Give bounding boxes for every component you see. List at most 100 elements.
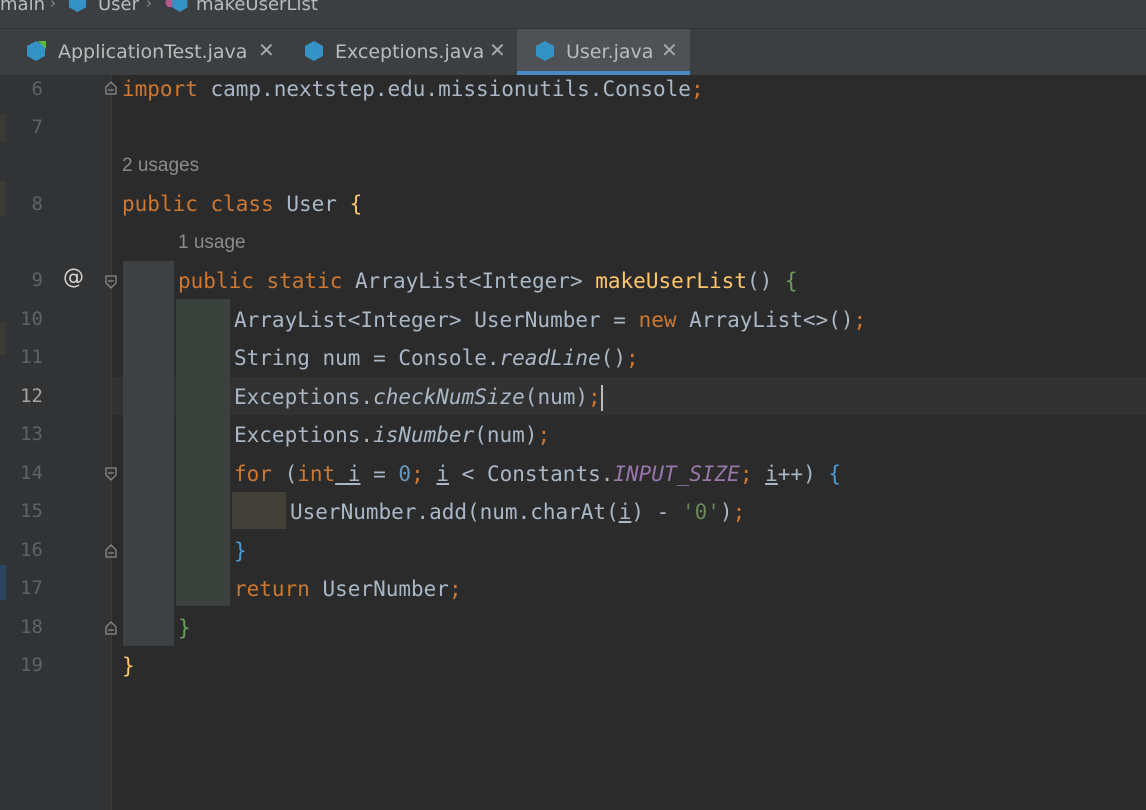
code-text: () xyxy=(600,346,626,370)
breadcrumb-item-user[interactable]: User xyxy=(98,0,139,15)
brace: { xyxy=(784,269,798,293)
indent-guide xyxy=(176,299,230,606)
code-text: = xyxy=(360,462,399,486)
number: 0 xyxy=(398,462,412,486)
keyword: import xyxy=(122,77,198,101)
code-text: ( xyxy=(271,462,298,486)
indent-guide xyxy=(123,261,174,646)
code-line: Exceptions.checkNumSize(num); xyxy=(234,385,603,411)
code-text: ) - xyxy=(631,500,682,524)
code-line: } xyxy=(178,616,191,640)
line-number: 19 xyxy=(20,654,43,676)
keyword: return xyxy=(234,577,310,601)
class-icon xyxy=(68,0,87,13)
line-number: 11 xyxy=(20,346,43,368)
code-text: camp.nextstep.edu.missionutils.Console xyxy=(197,77,691,101)
semicolon: ; xyxy=(732,500,746,524)
vcs-change-marker xyxy=(0,322,6,355)
breadcrumb: main › User › makeUserList xyxy=(0,0,1146,28)
static-call: checkNumSize xyxy=(373,385,525,409)
code-text: ++) xyxy=(777,462,829,486)
breadcrumb-item-main[interactable]: main xyxy=(0,0,45,15)
code-text: ArrayList<>() xyxy=(676,308,854,332)
code-text: (num) xyxy=(474,423,538,447)
vcs-change-marker xyxy=(0,181,6,216)
tab-exceptions-java[interactable]: Exceptions.java ✕ xyxy=(288,29,515,75)
breadcrumb-item-makeuserlist[interactable]: makeUserList xyxy=(196,0,318,15)
code-text: Exceptions. xyxy=(234,385,374,409)
line-number: 16 xyxy=(20,539,43,561)
code-line: } xyxy=(122,654,135,678)
method-name: makeUserList xyxy=(595,269,747,293)
code-line: public static ArrayList<Integer> makeUse… xyxy=(178,269,798,293)
editor-gutter[interactable]: 6 7 8 9 10 11 12 13 14 15 16 17 18 19 @ xyxy=(0,75,112,810)
code-line: } xyxy=(234,539,247,563)
tab-label: Exceptions.java xyxy=(335,41,485,63)
line-number: 13 xyxy=(20,423,43,445)
line-number: 14 xyxy=(20,462,43,484)
line-number: 8 xyxy=(31,193,43,215)
usages-hint[interactable]: 1 usage xyxy=(178,232,246,254)
line-number: 17 xyxy=(20,577,43,599)
close-tab-icon[interactable]: ✕ xyxy=(489,38,506,62)
brace: } xyxy=(234,539,247,563)
keyword: public static xyxy=(178,269,343,293)
code-line: UserNumber.add(num.charAt(i) - '0'); xyxy=(290,500,745,524)
semicolon: ; xyxy=(690,77,704,101)
keyword: new xyxy=(638,308,677,332)
type: ArrayList<Integer> xyxy=(342,269,596,293)
code-line: public class User { xyxy=(122,192,362,216)
usages-hint[interactable]: 2 usages xyxy=(122,155,199,177)
code-text: () xyxy=(746,269,785,293)
tab-label: User.java xyxy=(566,41,654,63)
brace: { xyxy=(349,192,363,216)
indent-guide xyxy=(232,492,286,529)
tab-applicationtest-java[interactable]: ApplicationTest.java ✕ xyxy=(9,29,286,75)
chevron-right-icon: › xyxy=(146,0,152,12)
code-editor[interactable]: import camp.nextstep.edu.missionutils.Co… xyxy=(112,75,1146,810)
brace: } xyxy=(178,616,191,640)
variable: i xyxy=(335,462,361,486)
tab-user-java[interactable]: User.java ✕ xyxy=(517,29,690,75)
semicolon: ; xyxy=(625,346,639,370)
text-caret xyxy=(600,385,603,411)
chevron-right-icon: › xyxy=(50,0,56,12)
brace: { xyxy=(828,462,842,486)
line-number: 6 xyxy=(31,78,43,100)
vcs-change-marker xyxy=(0,565,6,600)
semicolon: ; xyxy=(739,462,766,486)
overrides-at-icon[interactable]: @ xyxy=(63,265,84,289)
java-class-icon xyxy=(305,41,323,61)
code-text: < Constants. xyxy=(449,462,614,486)
code-text: ArrayList<Integer> UserNumber = xyxy=(234,308,639,332)
code-line: String num = Console.readLine(); xyxy=(234,346,639,370)
code-text: UserNumber.add(num.charAt( xyxy=(290,500,619,524)
close-tab-icon[interactable]: ✕ xyxy=(661,38,678,62)
close-tab-icon[interactable]: ✕ xyxy=(258,38,275,62)
keyword: public class xyxy=(122,192,274,216)
code-line: return UserNumber; xyxy=(234,577,462,601)
brace: } xyxy=(122,654,135,678)
line-number: 12 xyxy=(20,385,43,407)
vcs-change-marker xyxy=(0,114,6,142)
semicolon: ; xyxy=(537,423,551,447)
line-number: 18 xyxy=(20,616,43,638)
code-text: ) xyxy=(719,500,733,524)
variable: i xyxy=(618,500,632,524)
java-class-icon xyxy=(27,41,46,61)
code-line: ArrayList<Integer> UserNumber = new Arra… xyxy=(234,308,866,332)
constant: INPUT_SIZE xyxy=(613,462,740,486)
variable: i xyxy=(436,462,450,486)
code-line: Exceptions.isNumber(num); xyxy=(234,423,550,447)
code-text: String num = Console. xyxy=(234,346,500,370)
code-text: UserNumber xyxy=(309,577,449,601)
code-line: for (int i = 0; i < Constants.INPUT_SIZE… xyxy=(234,462,841,486)
static-call: readLine xyxy=(499,346,601,370)
line-number: 10 xyxy=(20,308,43,330)
semicolon: ; xyxy=(853,308,867,332)
code-text: (num) xyxy=(524,385,589,409)
java-class-icon xyxy=(536,41,554,61)
class-name: User xyxy=(273,192,350,216)
static-call: isNumber xyxy=(373,423,475,447)
code-text: Exceptions. xyxy=(234,423,374,447)
